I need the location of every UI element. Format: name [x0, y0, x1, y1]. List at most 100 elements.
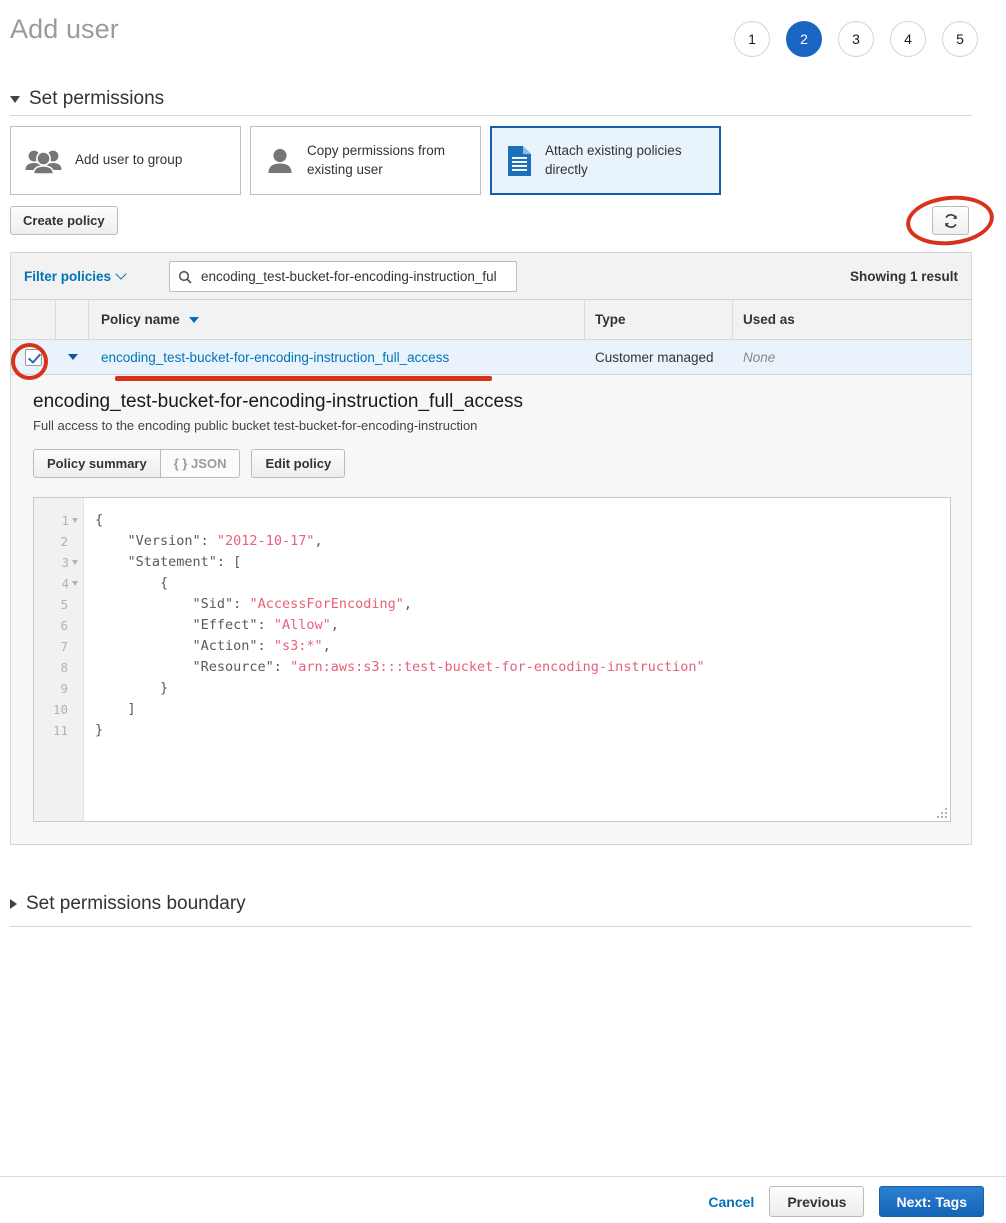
fold-triangle-icon[interactable]	[72, 518, 78, 523]
step-1[interactable]: 1	[734, 21, 770, 57]
triangle-right-icon	[10, 899, 17, 909]
step-4[interactable]: 4	[890, 21, 926, 57]
policy-view-tabs: Policy summary { } JSON Edit policy	[33, 449, 949, 478]
row-used-as-cell: None	[733, 340, 971, 375]
previous-button[interactable]: Previous	[769, 1186, 865, 1217]
code-line: {	[95, 575, 169, 591]
code-line: }	[95, 680, 169, 696]
fold-triangle-icon[interactable]	[72, 560, 78, 565]
card-label: Attach existing policies directly	[545, 143, 682, 177]
refresh-icon	[944, 213, 957, 228]
next-tags-button[interactable]: Next: Tags	[879, 1186, 984, 1217]
user-icon	[268, 148, 292, 173]
code-line: "Resource": "arn:aws:s3:::test-bucket-fo…	[95, 659, 705, 675]
wizard-footer: Cancel Previous Next: Tags	[708, 1186, 984, 1217]
json-string-value: "Allow"	[273, 617, 331, 633]
row-used-as-value: None	[743, 349, 776, 365]
step-3[interactable]: 3	[838, 21, 874, 57]
create-policy-button[interactable]: Create policy	[10, 206, 118, 235]
page-title: Add user	[10, 14, 119, 44]
card-add-user-to-group[interactable]: Add user to group	[10, 126, 241, 195]
table-row[interactable]: encoding_test-bucket-for-encoding-instru…	[11, 340, 971, 375]
json-string-value: "AccessForEncoding"	[249, 596, 404, 612]
add-user-page: Add user 1 2 3 4 5 Set permissions Add u…	[0, 0, 1006, 1223]
gutter-line: 10	[52, 702, 68, 717]
refresh-button[interactable]	[932, 206, 969, 235]
step-5[interactable]: 5	[942, 21, 978, 57]
users-group-icon	[25, 150, 62, 175]
permissions-boundary-label: Set permissions boundary	[26, 893, 246, 914]
code-line: }	[95, 722, 104, 738]
json-string-value: "arn:aws:s3:::test-bucket-for-encoding-i…	[290, 659, 705, 675]
policy-detail-title: encoding_test-bucket-for-encoding-instru…	[33, 391, 524, 412]
search-input[interactable]	[199, 268, 504, 285]
resize-grip-icon[interactable]	[936, 807, 948, 819]
permission-option-cards: Add user to group Copy permissions from …	[10, 126, 721, 195]
fold-triangle-icon[interactable]	[72, 581, 78, 586]
row-expand-caret-icon[interactable]	[67, 354, 78, 360]
json-tab-button[interactable]: { } JSON	[160, 449, 241, 478]
policy-detail-description: Full access to the encoding public bucke…	[33, 418, 478, 433]
divider	[10, 115, 972, 116]
gutter-line: 4	[34, 573, 83, 594]
header-expand-cell	[56, 299, 89, 340]
gutter-line: 9	[60, 681, 68, 696]
chevron-down-icon	[115, 268, 127, 280]
set-permissions-header[interactable]: Set permissions	[10, 88, 970, 110]
gutter-line: 11	[52, 723, 68, 738]
divider-boundary	[10, 926, 972, 927]
policies-table: Filter policies Showing 1 result Policy …	[10, 252, 972, 845]
cancel-button[interactable]: Cancel	[708, 1194, 754, 1210]
set-permissions-label: Set permissions	[29, 88, 165, 109]
card-label: Add user to group	[75, 152, 183, 168]
set-permissions-boundary-header[interactable]: Set permissions boundary	[10, 893, 970, 915]
policy-name-link[interactable]: encoding_test-bucket-for-encoding-instru…	[101, 350, 449, 365]
gutter-line: 7	[60, 639, 68, 654]
code-line: "Effect": "Allow",	[95, 617, 339, 633]
header-policy-name-label: Policy name	[101, 312, 180, 327]
filter-policies-label: Filter policies	[24, 268, 112, 284]
card-label: Copy permissions from existing user	[307, 143, 446, 177]
step-indicator: 1 2 3 4 5	[734, 21, 978, 57]
search-icon	[178, 270, 192, 284]
gutter-line: 5	[60, 597, 68, 612]
json-string-value: "s3:*"	[273, 638, 323, 654]
code-line: "Statement": [	[95, 554, 242, 570]
header-type: Type	[585, 299, 733, 340]
row-expand-cell	[56, 340, 89, 375]
card-attach-existing-policies[interactable]: Attach existing policies directly	[490, 126, 721, 195]
filter-policies-dropdown[interactable]: Filter policies	[24, 268, 127, 284]
results-count: Showing 1 result	[849, 268, 958, 284]
card-copy-permissions[interactable]: Copy permissions from existing user	[250, 126, 481, 195]
search-box[interactable]	[169, 261, 517, 292]
document-icon	[508, 145, 531, 176]
annotation-underline-policy-name	[115, 376, 492, 381]
header-checkbox-cell	[11, 299, 56, 340]
table-header-row: Policy name Type Used as	[11, 299, 971, 340]
gutter-line: 3	[34, 552, 83, 573]
gutter-line: 2	[60, 534, 68, 549]
editor-gutter: 1 2 3 4 5 6 7 8 9 10 11	[34, 498, 84, 821]
header-used-as: Used as	[743, 312, 795, 327]
gutter-line: 1	[34, 510, 83, 531]
row-checkbox-cell	[11, 340, 56, 375]
json-editor[interactable]: 1 2 3 4 5 6 7 8 9 10 11 { "Version": "2012-10-17",…	[33, 497, 951, 822]
row-checkbox[interactable]	[25, 348, 42, 366]
page-header: Add user 1 2 3 4 5	[0, 0, 1006, 84]
row-type-cell: Customer managed	[595, 349, 714, 365]
code-line: "Sid": "AccessForEncoding",	[95, 596, 413, 612]
code-line: {	[95, 512, 104, 528]
code-line: ]	[95, 701, 136, 717]
gutter-line: 6	[60, 618, 68, 633]
header-policy-name[interactable]: Policy name	[89, 299, 585, 340]
edit-policy-button[interactable]: Edit policy	[251, 449, 346, 478]
step-2[interactable]: 2	[786, 21, 822, 57]
filter-bar: Filter policies Showing 1 result	[11, 253, 971, 300]
editor-code[interactable]: { "Version": "2012-10-17", "Statement": …	[84, 498, 950, 821]
policy-summary-button[interactable]: Policy summary	[33, 449, 161, 478]
footer-divider	[0, 1176, 1006, 1177]
policy-detail-panel: encoding_test-bucket-for-encoding-instru…	[11, 375, 971, 844]
sort-descending-icon	[188, 316, 199, 323]
triangle-down-icon	[10, 95, 20, 103]
code-line: "Action": "s3:*",	[95, 638, 331, 654]
